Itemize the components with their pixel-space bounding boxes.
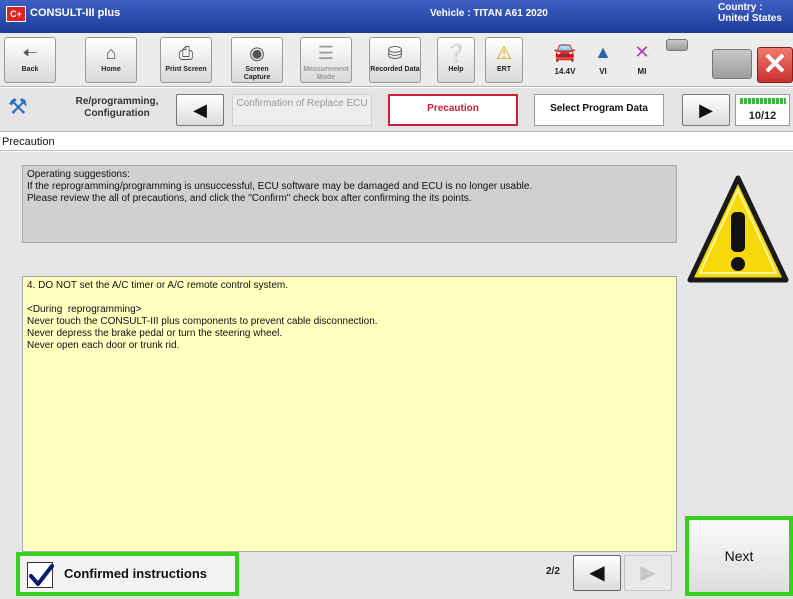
toolbar: 🠠 Back ⌂ Home ⎙ Print Screen ◉ Screen Ca… — [0, 33, 793, 87]
home-button[interactable]: ⌂ Home — [85, 37, 137, 83]
battery-status: 🚘 14.4V — [550, 37, 580, 83]
title-bar: C+ CONSULT-III plus Vehicle : TITAN A61 … — [0, 0, 793, 33]
reprogramming-icon: ⚒ — [8, 94, 28, 119]
operating-suggestions: Operating suggestions: If the reprogramm… — [22, 165, 677, 243]
step-forward-button[interactable]: ▶ — [682, 94, 730, 126]
arrow-left-icon: 🠠 — [22, 43, 38, 63]
notice-line: If the reprogramming/programming is unsu… — [27, 181, 533, 192]
minimize-button[interactable] — [712, 49, 752, 79]
measurement-icon: ☰ — [317, 43, 335, 63]
warning-icon — [687, 175, 789, 283]
progress-bar — [739, 98, 786, 104]
signal-icon: ▲ — [594, 42, 612, 62]
warning-icon: ⚠ — [495, 43, 513, 63]
step-select-program-data: Select Program Data — [534, 94, 664, 126]
x-icon: ✕ — [634, 42, 650, 62]
confirm-instructions-control[interactable]: Confirmed instructions — [16, 552, 239, 596]
notice-line: Please review the all of precautions, an… — [27, 193, 472, 204]
vi-status: ▲ VI — [588, 37, 618, 83]
next-button[interactable]: Next — [685, 516, 793, 596]
battery-level-icon — [666, 39, 688, 51]
ert-button[interactable]: ⚠ ERT — [485, 37, 523, 83]
print-screen-button[interactable]: ⎙ Print Screen — [160, 37, 212, 83]
country-label: Country : United States — [718, 2, 782, 24]
close-button[interactable]: ✕ — [757, 47, 793, 83]
checkmark-icon — [29, 564, 54, 586]
precaution-instructions: 4. DO NOT set the A/C timer or A/C remot… — [22, 276, 677, 552]
instruction-line: Never depress the brake pedal or turn th… — [27, 328, 283, 339]
vehicle-label: Vehicle : TITAN A61 2020 — [430, 8, 548, 19]
printer-icon: ⎙ — [178, 43, 194, 63]
notice-heading: Operating suggestions: — [27, 169, 130, 180]
step-precaution: Precaution — [388, 94, 518, 126]
step-bar: ⚒ Re/programming, Configuration ◀ Confir… — [0, 88, 793, 132]
recorded-data-icon: ⛁ — [387, 43, 403, 63]
measurement-mode-button[interactable]: ☰ Measurement Mode — [300, 37, 352, 83]
app-title: CONSULT-III plus — [30, 7, 121, 19]
confirm-label: Confirmed instructions — [64, 566, 208, 581]
camera-icon: ◉ — [249, 43, 265, 63]
instruction-line: Never open each door or trunk rid. — [27, 340, 180, 351]
app-logo-icon: C+ — [6, 6, 26, 22]
help-button[interactable]: ❔ Help — [437, 37, 475, 83]
instruction-heading: <During reprogramming> — [27, 304, 142, 315]
step-back-button[interactable]: ◀ — [176, 94, 224, 126]
page-indicator: 2/2 — [546, 566, 560, 577]
back-button[interactable]: 🠠 Back — [4, 37, 56, 83]
help-icon: ❔ — [444, 43, 468, 63]
step-confirmation-of-replace-ecu: Confirmation of Replace ECU — [232, 94, 372, 126]
page-title: Precaution — [0, 133, 793, 151]
mi-status: ✕ MI — [627, 37, 657, 83]
home-icon: ⌂ — [105, 43, 117, 63]
step-progress: 10/12 — [735, 94, 790, 126]
recorded-data-button[interactable]: ⛁ Recorded Data — [369, 37, 421, 83]
page-next-button[interactable]: ▶ — [624, 555, 672, 591]
breadcrumb-root: Re/programming, Configuration — [75, 96, 159, 119]
instruction-item: 4. DO NOT set the A/C timer or A/C remot… — [27, 280, 289, 291]
screen-capture-button[interactable]: ◉ Screen Capture — [231, 37, 283, 83]
car-battery-icon: 🚘 — [553, 42, 577, 62]
confirm-checkbox[interactable] — [27, 562, 54, 588]
page-prev-button[interactable]: ◀ — [573, 555, 621, 591]
instruction-line: Never touch the CONSULT-III plus compone… — [27, 316, 378, 327]
